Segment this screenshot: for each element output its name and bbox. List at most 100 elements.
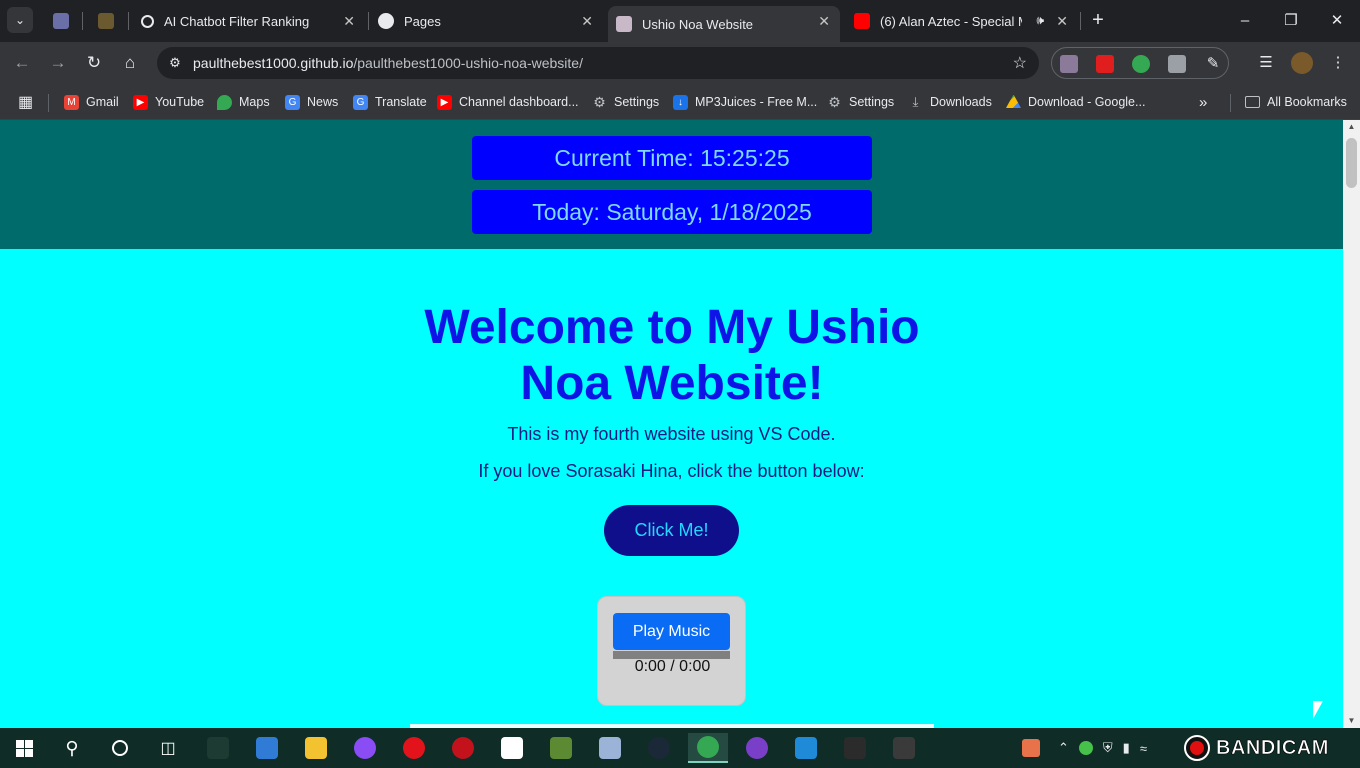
system-tray: ⌃ ⛨ ▮ ≈ xyxy=(1022,728,1157,768)
bookmark-settings-2[interactable]: ⚙ Settings xyxy=(827,92,894,112)
bookmark-settings-1[interactable]: ⚙ Settings xyxy=(592,92,659,112)
scroll-down-arrow-icon[interactable]: ▼ xyxy=(1343,714,1360,728)
taskbar-app-14[interactable] xyxy=(835,733,875,763)
profile-avatar[interactable] xyxy=(1291,52,1313,74)
task-view-icon[interactable]: ◫ xyxy=(148,733,188,763)
taskbar-app-5[interactable] xyxy=(394,733,434,763)
taskbar-app-10[interactable] xyxy=(639,733,679,763)
click-me-button[interactable]: Click Me! xyxy=(604,505,739,556)
close-icon[interactable]: ✕ xyxy=(343,13,355,30)
youtube-studio-icon: ▶ xyxy=(437,94,452,110)
bandicam-watermark: BANDICAM xyxy=(1184,734,1342,762)
taskbar-app-11[interactable] xyxy=(688,733,728,763)
game-favicon-icon xyxy=(98,13,114,29)
minimize-button[interactable]: – xyxy=(1222,0,1268,40)
new-tab-button[interactable]: + xyxy=(1088,8,1108,32)
speedometer-icon xyxy=(844,737,866,759)
chevron-down-icon: ⌄ xyxy=(14,13,26,27)
tab-2[interactable] xyxy=(89,6,125,36)
address-bar[interactable]: ⚙ paulthebest1000.github.io/paulthebest1… xyxy=(157,47,1039,79)
page-viewport: Current Time: 15:25:25 Today: Saturday, … xyxy=(0,120,1343,728)
extension-puzzle-box-icon[interactable] xyxy=(1168,55,1186,73)
scroll-up-arrow-icon[interactable]: ▲ xyxy=(1343,120,1360,134)
start-button[interactable] xyxy=(4,733,44,763)
chrome-icon xyxy=(697,736,719,758)
taskbar-app-3[interactable] xyxy=(296,733,336,763)
youtube-icon xyxy=(854,13,870,29)
battery-icon[interactable]: ▮ xyxy=(1123,740,1130,756)
taskbar-app-12[interactable] xyxy=(737,733,777,763)
taskbar-app-6[interactable] xyxy=(443,733,483,763)
bookmark-downloads[interactable]: ⤓ Downloads xyxy=(908,92,992,112)
all-bookmarks-button[interactable]: All Bookmarks xyxy=(1245,92,1347,112)
apps-grid-icon[interactable]: ▦ xyxy=(18,92,33,112)
close-icon[interactable]: ✕ xyxy=(581,13,593,30)
tab-strip: ⌄ AI Chatbot Filter Ranking ✕ Pages ✕ Us… xyxy=(0,0,1360,42)
search-icon[interactable]: ⚲ xyxy=(52,733,92,763)
taskbar-app-13[interactable] xyxy=(786,733,826,763)
tab-separator xyxy=(368,12,369,30)
download-icon: ⤓ xyxy=(912,94,919,109)
davinci-resolve-icon xyxy=(893,737,915,759)
shield-icon[interactable]: ⛨ xyxy=(1103,740,1113,756)
tray-app-icon[interactable] xyxy=(1078,741,1093,755)
tab-alan-aztec[interactable]: (6) Alan Aztec - Special Mix 🕪 ✕ xyxy=(846,6,1078,36)
cortana-icon[interactable] xyxy=(100,733,140,763)
prompt-text: If you love Sorasaki Hina, click the but… xyxy=(478,461,865,481)
tab-pages[interactable]: Pages ✕ xyxy=(370,6,603,36)
bookmark-youtube[interactable]: ▶ YouTube xyxy=(133,92,204,112)
anime-favicon-icon xyxy=(53,13,69,29)
today-date-box: Today: Saturday, 1/18/2025 xyxy=(472,190,872,234)
restore-button[interactable]: ❐ xyxy=(1268,0,1314,40)
tab-1[interactable] xyxy=(44,6,82,36)
speaker-icon[interactable]: 🕪 xyxy=(1036,13,1044,28)
bookmark-mp3juices[interactable]: ↓ MP3Juices - Free M... xyxy=(673,92,817,112)
tab-ushio-noa[interactable]: Ushio Noa Website ✕ xyxy=(608,6,840,42)
temperature-icon[interactable] xyxy=(1022,739,1040,757)
back-button[interactable]: ← xyxy=(10,51,34,75)
extension-youtube-icon[interactable] xyxy=(1096,55,1114,73)
taskbar-app-9[interactable] xyxy=(590,733,630,763)
translate-icon: G xyxy=(353,94,368,110)
bookmark-news[interactable]: G News xyxy=(285,92,338,112)
more-bookmarks-chevron-icon[interactable]: » xyxy=(1199,92,1207,112)
scrollbar-thumb[interactable] xyxy=(1346,138,1357,188)
bookmark-maps[interactable]: Maps xyxy=(217,92,270,112)
taskbar-app-4[interactable] xyxy=(345,733,385,763)
taskbar-app-7[interactable] xyxy=(492,733,532,763)
tab-ai-chatbot[interactable]: AI Chatbot Filter Ranking ✕ xyxy=(133,6,365,36)
messenger-icon xyxy=(354,737,376,759)
bookmark-label: Settings xyxy=(614,95,660,109)
taskbar-app-8[interactable] xyxy=(541,733,581,763)
extensions-puzzle-icon[interactable]: ✎ xyxy=(1204,55,1222,73)
close-window-button[interactable]: ✕ xyxy=(1314,0,1360,40)
home-button[interactable]: ⌂ xyxy=(118,51,142,75)
more-menu-icon[interactable]: ⋮ xyxy=(1327,52,1349,74)
taskbar-app-2[interactable] xyxy=(247,733,287,763)
bookmark-star-icon[interactable]: ☆ xyxy=(1013,53,1027,73)
bookmark-translate[interactable]: G Translate xyxy=(353,92,427,112)
page-scrollbar[interactable]: ▲ ▼ xyxy=(1343,120,1360,728)
taskbar-app-1[interactable] xyxy=(198,733,238,763)
youtube-icon: ▶ xyxy=(133,94,148,110)
play-music-button[interactable]: Play Music xyxy=(613,613,730,650)
taskbar-app-15[interactable] xyxy=(884,733,924,763)
extension-anime-icon[interactable] xyxy=(1060,55,1078,73)
bookmark-gmail[interactable]: M Gmail xyxy=(64,92,119,112)
site-info-icon[interactable]: ⚙ xyxy=(165,53,185,73)
close-icon[interactable]: ✕ xyxy=(1056,13,1068,30)
extension-chrome-icon[interactable] xyxy=(1132,55,1150,73)
reload-button[interactable]: ↻ xyxy=(82,51,106,75)
google-drive-icon xyxy=(1006,94,1021,108)
chevron-up-icon[interactable]: ⌃ xyxy=(1058,740,1069,756)
url-text[interactable]: paulthebest1000.github.io/paulthebest100… xyxy=(193,55,583,71)
opera-gx-icon xyxy=(452,737,474,759)
tab-search-button[interactable]: ⌄ xyxy=(7,7,33,33)
tab-title: Pages xyxy=(404,13,441,29)
bookmark-channel-dashboard[interactable]: ▶ Channel dashboard... xyxy=(437,92,579,112)
wifi-icon[interactable]: ≈ xyxy=(1140,741,1147,756)
forward-button[interactable]: → xyxy=(46,51,70,75)
media-controls-icon[interactable]: ☰ xyxy=(1255,52,1277,74)
close-icon[interactable]: ✕ xyxy=(818,13,830,30)
bookmark-google-download[interactable]: Download - Google... xyxy=(1006,92,1145,112)
